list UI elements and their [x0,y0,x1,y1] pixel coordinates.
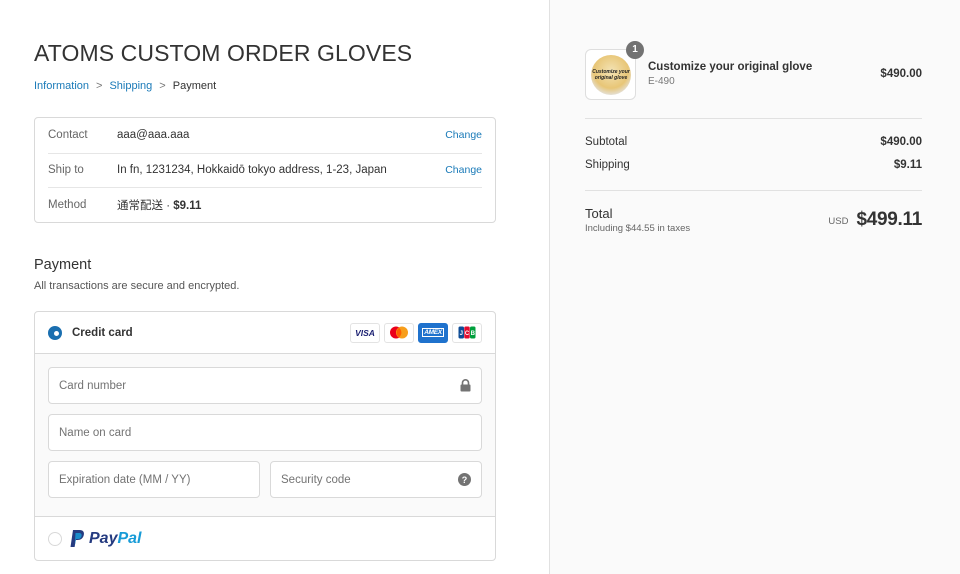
visa-text: VISA [355,327,375,338]
item-name: Customize your original glove [648,61,813,73]
review-row-ship-to: Ship to In fn, 1231234, Hokkaidō tokyo a… [48,152,482,188]
quantity-badge: 1 [626,40,644,59]
total-value: $499.11 [856,209,922,230]
amex-icon: AMEX [418,322,448,343]
review-row-contact: Contact aaa@aaa.aaa Change [48,118,482,153]
credit-card-form: Card number Name on card Expiration date… [35,354,495,517]
divider [585,118,922,119]
total-line: Total Including $44.55 in taxes USD $499… [585,206,922,234]
item-sku: E-490 [648,76,675,87]
subtotal-label: Subtotal [585,136,628,148]
visa-icon: VISA [350,322,380,343]
security-code-placeholder: Security code [281,473,351,486]
total-left: Total Including $44.55 in taxes [585,206,690,234]
checkout-main: ATOMS CUSTOM ORDER GLOVES Information > … [0,0,549,574]
shipping-value: $9.11 [893,159,922,171]
currency-code: USD [828,215,849,227]
order-summary: Customize your original glove 1 Customiz… [549,0,960,574]
item-info: Customize your original glove E-490 [648,61,880,87]
paypal-wordmark: PayPal [89,530,141,548]
jcb-logo: J C B [458,326,476,339]
card-details-row: Expiration date (MM / YY) Security code … [48,461,482,508]
review-block: Contact aaa@aaa.aaa Change Ship to In fn… [34,117,496,223]
name-on-card-field[interactable]: Name on card [48,414,482,451]
expiration-placeholder: Expiration date (MM / YY) [59,473,191,486]
credit-card-option[interactable]: Credit card VISA AMEX J C B [35,312,495,354]
credit-card-label: Credit card [72,326,133,339]
line-item: Customize your original glove 1 Customiz… [585,40,922,100]
contact-value: aaa@aaa.aaa [117,129,190,142]
chevron-right-icon: > [96,80,103,92]
ship-to-label: Ship to [48,164,84,177]
svg-text:J: J [460,331,463,337]
name-on-card-placeholder: Name on card [59,426,132,439]
paypal-text-pal: Pal [117,530,142,547]
ship-to-value: In fn, 1231234, Hokkaidō tokyo address, … [117,164,387,177]
contact-label: Contact [48,129,88,142]
method-name: 通常配送 [117,199,163,212]
item-price: $490.00 [880,68,922,80]
paypal-text-pay: Pay [89,530,118,547]
payment-subtitle: All transactions are secure and encrypte… [34,280,240,292]
shipping-line: Shipping $9.11 [585,159,922,171]
card-brands: VISA AMEX J C B [350,322,482,343]
glove-image: Customize your original glove [591,54,631,95]
amex-text: AMEX [422,328,444,337]
breadcrumb: Information > Shipping > Payment [34,80,216,92]
review-row-method: Method 通常配送 · $9.11 [48,187,482,222]
paypal-option[interactable]: PayPal [35,517,495,560]
expiration-date-field[interactable]: Expiration date (MM / YY) [48,461,260,498]
card-number-field[interactable]: Card number [48,367,482,404]
total-right: USD $499.11 [828,209,922,231]
paypal-logo: PayPal [70,530,141,548]
svg-text:C: C [465,331,470,337]
subtotal-line: Subtotal $490.00 [585,136,922,148]
divider [585,190,922,191]
store-title: ATOMS CUSTOM ORDER GLOVES [34,40,413,66]
lock-icon [460,379,471,392]
method-price: $9.11 [173,199,202,212]
breadcrumb-payment: Payment [172,80,217,92]
subtotal-value: $490.00 [880,136,922,148]
help-icon[interactable]: ? [458,473,471,486]
product-thumbnail: Customize your original glove 1 [585,40,644,100]
total-label: Total [585,206,613,221]
mastercard-icon [384,322,414,343]
method-separator: · [163,199,174,212]
svg-text:B: B [471,331,476,337]
thumbnail-text: Customize your original glove [592,68,630,81]
tax-note: Including $44.55 in taxes [585,223,691,234]
change-ship-to-link[interactable]: Change [445,164,482,176]
credit-card-radio[interactable] [48,325,62,340]
security-code-field[interactable]: Security code ? [270,461,482,498]
chevron-right-icon: > [159,80,166,92]
breadcrumb-information[interactable]: Information [34,80,89,92]
shipping-label: Shipping [585,159,630,171]
paypal-p-icon [70,530,84,547]
method-label: Method [48,198,87,211]
method-value: 通常配送 · $9.11 [117,197,482,213]
paypal-radio[interactable] [48,532,62,546]
payment-title: Payment [34,257,92,273]
card-number-placeholder: Card number [59,379,127,392]
change-contact-link[interactable]: Change [445,129,482,141]
payment-methods: Credit card VISA AMEX J C B Card number … [34,311,496,561]
jcb-icon: J C B [452,322,482,343]
mastercard-logo [390,326,408,339]
breadcrumb-shipping[interactable]: Shipping [109,80,152,92]
